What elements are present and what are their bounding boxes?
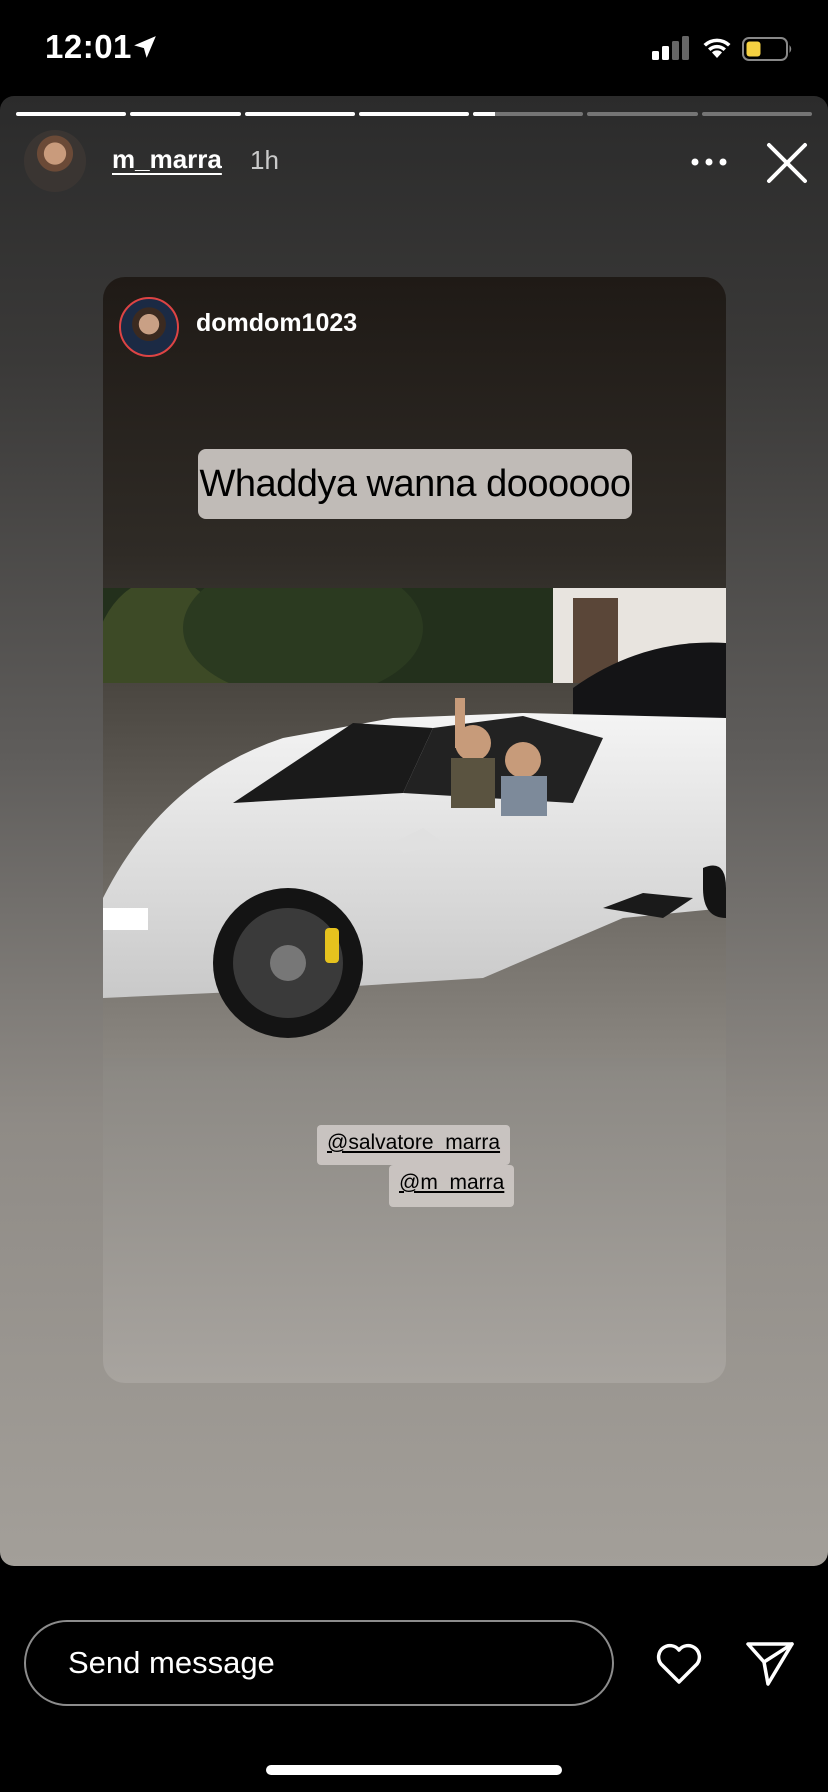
- location-arrow-icon: [134, 36, 156, 58]
- progress-segment: [244, 112, 355, 116]
- story-progress-bar: [16, 112, 812, 116]
- close-icon[interactable]: [762, 138, 812, 188]
- heart-icon[interactable]: [654, 1638, 704, 1688]
- story-username[interactable]: m_marra: [112, 144, 222, 175]
- caption-text: Whaddya wanna doooooo: [198, 449, 632, 519]
- cellular-signal-icon: [652, 36, 689, 60]
- status-time: 12:01: [45, 28, 132, 65]
- home-indicator: [266, 1765, 562, 1775]
- progress-segment: [130, 112, 241, 116]
- progress-segment: [358, 112, 470, 116]
- shared-post-username[interactable]: domdom1023: [196, 309, 357, 338]
- avatar[interactable]: [24, 130, 86, 192]
- progress-segment: [701, 112, 812, 116]
- progress-segment: [587, 112, 698, 116]
- wifi-icon: [703, 38, 731, 58]
- send-icon[interactable]: [744, 1638, 796, 1688]
- story-viewer[interactable]: m_marra 1h domdom1023 Whaddya wanna dooo…: [0, 96, 828, 1566]
- progress-segment: [473, 112, 584, 116]
- status-bar: 12:01: [0, 0, 828, 96]
- shared-post-card[interactable]: domdom1023 Whaddya wanna doooooo @salvat…: [103, 277, 726, 1383]
- battery-icon: [742, 37, 792, 61]
- more-icon[interactable]: [686, 144, 732, 180]
- shared-post-avatar[interactable]: [119, 297, 179, 357]
- mention-tag[interactable]: @salvatore_marra: [317, 1125, 511, 1165]
- car-photo: [103, 588, 726, 1058]
- story-time-ago: 1h: [250, 145, 279, 175]
- mention-tag[interactable]: @m_marra: [389, 1165, 515, 1207]
- bottom-bar: [0, 1566, 828, 1792]
- message-input[interactable]: [24, 1620, 614, 1706]
- story-header: m_marra 1h: [0, 130, 828, 200]
- progress-segment: [16, 112, 127, 116]
